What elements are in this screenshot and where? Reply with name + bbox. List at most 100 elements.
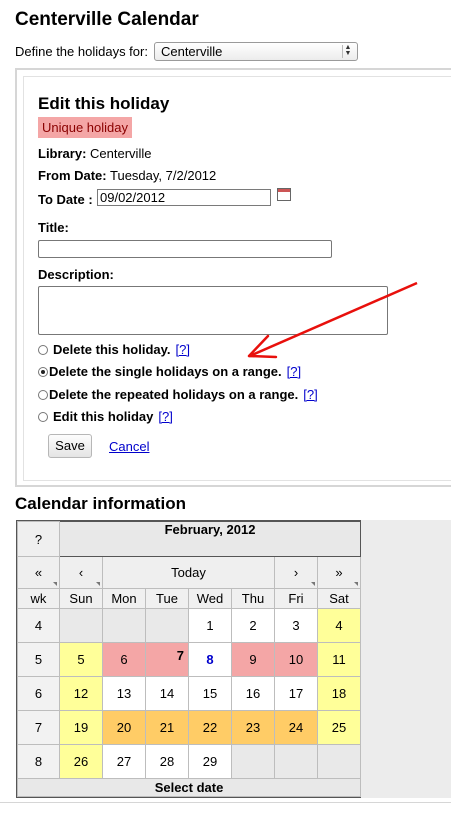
day-cell[interactable]: 24 — [274, 710, 318, 745]
define-holidays-row: Define the holidays for: Centerville ▲ ▼ — [15, 42, 358, 61]
option-delete-repeated-range[interactable]: Delete the repeated holidays on a range.… — [38, 387, 318, 402]
day-cell[interactable]: 28 — [145, 744, 189, 779]
day-cell[interactable]: 7 — [145, 642, 189, 677]
day-cell[interactable]: 19 — [59, 710, 103, 745]
help-link-delete-repeated-range[interactable]: [?] — [303, 387, 317, 402]
library-line: Library: Centerville — [38, 146, 151, 161]
option-delete-holiday-label: Delete this holiday. — [53, 342, 171, 357]
empty-day-cell — [59, 608, 103, 643]
title-label: Title: — [38, 220, 69, 235]
day-cell[interactable]: 20 — [102, 710, 146, 745]
calendar-section-title: Calendar information — [15, 494, 186, 513]
calendar-side-background — [360, 520, 451, 798]
to-date-line: To Date : — [38, 192, 93, 207]
day-cell[interactable]: 18 — [316, 676, 362, 711]
day-cell[interactable]: 1 — [188, 608, 232, 643]
option-edit-holiday-label: Edit this holiday — [53, 409, 154, 424]
day-cell[interactable]: 13 — [102, 676, 146, 711]
library-label: Library: — [38, 146, 87, 161]
help-link-edit-holiday[interactable]: [?] — [158, 409, 172, 424]
library-value: Centerville — [90, 146, 152, 161]
day-name: Tue — [145, 588, 189, 609]
to-date-input[interactable]: 09/02/2012 — [97, 189, 271, 206]
day-name: Thu — [231, 588, 275, 609]
empty-day-cell — [145, 608, 189, 643]
day-cell[interactable]: 6 — [102, 642, 146, 677]
prev-year-button[interactable]: « — [17, 556, 60, 589]
radio-delete-single-range[interactable] — [38, 366, 48, 377]
radio-edit-holiday[interactable] — [38, 411, 48, 422]
to-date-label: To Date : — [38, 192, 93, 207]
next-month-button[interactable]: › — [274, 556, 318, 589]
day-cell[interactable]: 17 — [274, 676, 318, 711]
next-year-button[interactable]: » — [316, 556, 362, 589]
day-names-row: wk Sun Mon Tue Wed Thu Fri Sat — [17, 588, 362, 609]
calendar-widget: ? February, 2012 « ‹ Today › » wk Sun Mo… — [16, 520, 362, 798]
today-button[interactable]: Today — [102, 556, 275, 589]
option-delete-repeated-range-label: Delete the repeated holidays on a range. — [49, 387, 299, 402]
day-cell[interactable]: 23 — [231, 710, 275, 745]
day-cell[interactable]: 14 — [145, 676, 189, 711]
option-edit-holiday[interactable]: Edit this holiday [?] — [38, 409, 173, 424]
save-button[interactable]: Save — [48, 434, 92, 458]
day-cell[interactable]: 16 — [231, 676, 275, 711]
calendar-month-title: February, 2012 — [58, 521, 362, 557]
empty-day-cell — [231, 744, 275, 779]
day-cell[interactable]: 5 — [59, 642, 103, 677]
day-cell[interactable]: 25 — [316, 710, 362, 745]
edit-holiday-inner: Edit this holiday Unique holiday Library… — [23, 76, 451, 481]
holiday-type-badge: Unique holiday — [38, 117, 133, 138]
day-cell[interactable]: 12 — [59, 676, 103, 711]
calendar-help-button[interactable]: ? — [17, 521, 60, 557]
day-cell[interactable]: 29 — [188, 744, 232, 779]
option-delete-holiday[interactable]: Delete this holiday. [?] — [38, 342, 190, 357]
calendar-status-bar: Select date — [16, 778, 362, 797]
prev-month-button[interactable]: ‹ — [59, 556, 103, 589]
day-cell[interactable]: 4 — [316, 608, 362, 643]
calendar-week-row: 41234 — [17, 608, 362, 643]
day-name: Wed — [188, 588, 232, 609]
divider — [0, 802, 451, 803]
day-cell[interactable]: 15 — [188, 676, 232, 711]
description-label: Description: — [38, 267, 114, 282]
week-number: 7 — [17, 710, 60, 745]
calendar-week-row: 5 5 6 7 8 9 10 11 — [17, 642, 362, 677]
day-cell[interactable]: 8 — [188, 642, 232, 677]
library-select-value: Centerville — [160, 44, 223, 59]
select-arrows-icon: ▲ ▼ — [341, 44, 353, 58]
day-cell[interactable]: 27 — [102, 744, 146, 779]
radio-delete-repeated-range[interactable] — [38, 389, 48, 400]
title-label-line: Title: — [38, 220, 69, 235]
description-label-line: Description: — [38, 267, 114, 282]
week-number: 5 — [17, 642, 60, 677]
week-number: 4 — [17, 608, 60, 643]
day-name: wk — [17, 588, 60, 609]
day-cell[interactable]: 2 — [231, 608, 275, 643]
day-cell[interactable]: 11 — [316, 642, 362, 677]
library-select[interactable]: Centerville ▲ ▼ — [153, 42, 358, 61]
title-input[interactable] — [38, 240, 332, 258]
option-delete-single-range-label: Delete the single holidays on a range. — [49, 364, 282, 379]
day-name: Sat — [316, 588, 362, 609]
cancel-link[interactable]: Cancel — [109, 439, 149, 454]
option-delete-single-range[interactable]: Delete the single holidays on a range. [… — [38, 364, 301, 379]
day-cell[interactable]: 26 — [59, 744, 103, 779]
from-date-label: From Date: — [38, 168, 107, 183]
help-link-delete-holiday[interactable]: [?] — [176, 342, 190, 357]
day-name: Mon — [102, 588, 146, 609]
calendar-picker-icon[interactable] — [277, 188, 291, 201]
page-title: Centerville Calendar — [15, 9, 199, 30]
define-label: Define the holidays for: — [15, 44, 148, 59]
week-number: 8 — [17, 744, 60, 779]
day-cell[interactable]: 3 — [274, 608, 318, 643]
empty-day-cell — [102, 608, 146, 643]
day-cell[interactable]: 10 — [274, 642, 318, 677]
empty-day-cell — [316, 744, 362, 779]
help-link-delete-single-range[interactable]: [?] — [287, 364, 301, 379]
day-cell[interactable]: 21 — [145, 710, 189, 745]
day-cell[interactable]: 22 — [188, 710, 232, 745]
week-number: 6 — [17, 676, 60, 711]
description-textarea[interactable] — [38, 286, 388, 335]
radio-delete-holiday[interactable] — [38, 344, 48, 355]
day-cell[interactable]: 9 — [231, 642, 275, 677]
